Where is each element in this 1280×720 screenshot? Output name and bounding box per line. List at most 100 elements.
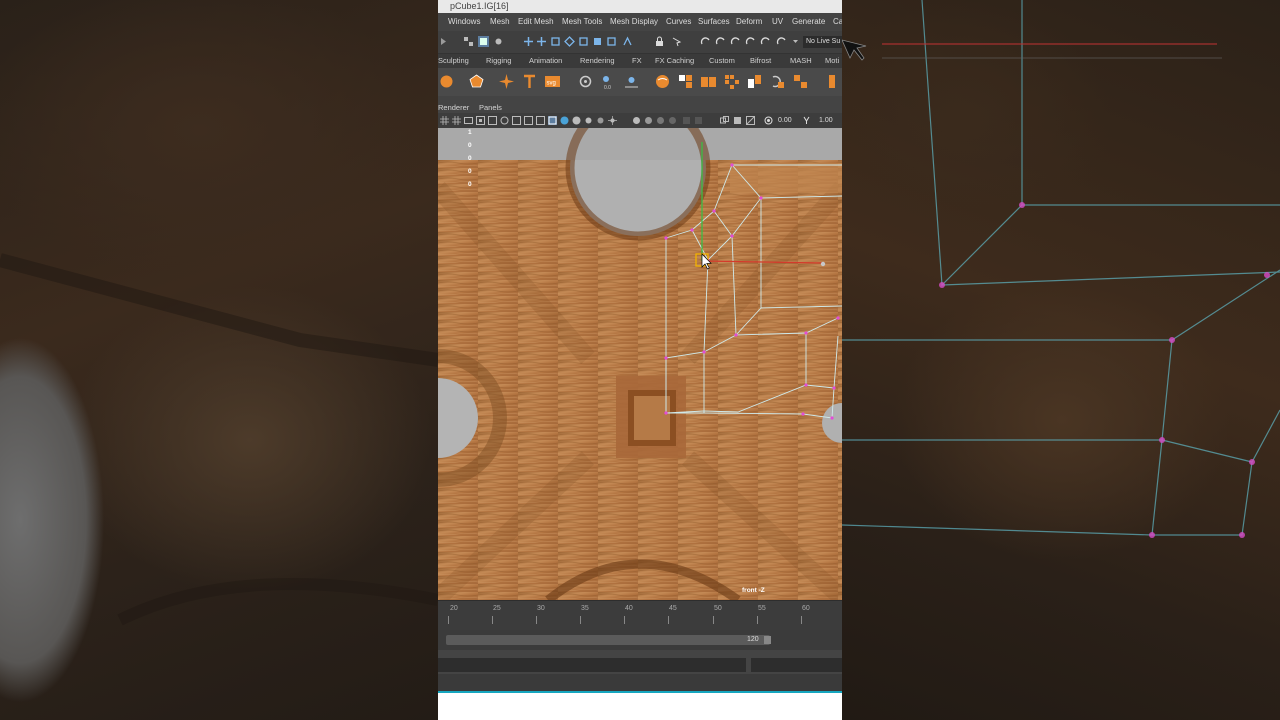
tab-sculpting[interactable]: Sculpting xyxy=(438,54,469,68)
snap-live-icon[interactable] xyxy=(760,36,771,47)
highlight-select-icon[interactable] xyxy=(671,36,682,47)
menu-uv[interactable]: UV xyxy=(772,13,783,31)
paint-icon[interactable] xyxy=(792,73,809,90)
tab-custom[interactable]: Custom xyxy=(709,54,735,68)
distance-icon[interactable] xyxy=(623,73,640,90)
menu-generate[interactable]: Generate xyxy=(792,13,825,31)
smooth-shade-icon[interactable] xyxy=(560,116,569,125)
menu-curves[interactable]: Curves xyxy=(666,13,691,31)
film-gate-icon[interactable] xyxy=(464,116,473,125)
gamma-icon[interactable] xyxy=(802,116,811,125)
vertex-mode-icon[interactable] xyxy=(523,36,534,47)
uvshell-mode-icon[interactable] xyxy=(578,36,589,47)
xray-icon[interactable] xyxy=(694,116,703,125)
safe-title-icon[interactable] xyxy=(524,116,533,125)
right-blurred-background xyxy=(842,0,1280,720)
range-slider-handle[interactable] xyxy=(764,636,771,644)
viewport-front[interactable]: 1 0 0 0 0 front -Z xyxy=(438,128,842,600)
extract-icon[interactable] xyxy=(723,73,740,90)
sun-icon[interactable] xyxy=(608,116,617,125)
anti-alias-icon[interactable] xyxy=(656,116,665,125)
shelf-tabs: Sculpting Rigging Animation Rendering FX… xyxy=(438,54,842,68)
range-slider-bar[interactable] xyxy=(446,635,770,645)
backface-icon[interactable] xyxy=(746,116,755,125)
menu-mesh-tools[interactable]: Mesh Tools xyxy=(562,13,602,31)
grid-toggle-icon[interactable] xyxy=(440,116,449,125)
edge-mode-icon[interactable] xyxy=(536,36,547,47)
duplicate-icon[interactable] xyxy=(769,73,786,90)
sparkle-icon[interactable] xyxy=(498,73,515,90)
motion-blur-icon[interactable] xyxy=(644,116,653,125)
xray-joints-icon[interactable] xyxy=(720,116,729,125)
measure-icon[interactable]: 0.0 xyxy=(600,73,617,90)
menu-mesh-display[interactable]: Mesh Display xyxy=(610,13,658,31)
poly-sphere-icon[interactable] xyxy=(438,73,455,90)
snap-surface-icon[interactable] xyxy=(776,36,787,47)
tab-fx[interactable]: FX xyxy=(632,54,642,68)
tab-rendering[interactable]: Rendering xyxy=(580,54,615,68)
tab-rigging[interactable]: Rigging xyxy=(486,54,511,68)
gate-mask-icon[interactable] xyxy=(488,116,497,125)
tab-animation[interactable]: Animation xyxy=(529,54,562,68)
dof-icon[interactable] xyxy=(668,116,677,125)
time-slider[interactable]: 20 25 30 35 40 45 50 55 60 xyxy=(438,600,842,630)
isolate-select-icon[interactable] xyxy=(682,116,691,125)
face-mode-icon[interactable] xyxy=(550,36,561,47)
collapse-arrow-icon[interactable] xyxy=(438,36,449,47)
snap-curve-icon[interactable] xyxy=(715,36,726,47)
gamma-value[interactable]: 1.00 xyxy=(819,115,833,126)
lighting-icon[interactable] xyxy=(584,116,593,125)
tab-motion[interactable]: Moti xyxy=(825,54,839,68)
grid-icon[interactable] xyxy=(452,116,461,125)
select-hierarchy-icon[interactable] xyxy=(463,36,474,47)
hud-value-4: 0 xyxy=(468,168,472,175)
select-component-icon[interactable] xyxy=(493,36,504,47)
xray-active-icon[interactable] xyxy=(733,116,742,125)
menu-edit-mesh[interactable]: Edit Mesh xyxy=(518,13,554,31)
select-object-icon[interactable] xyxy=(478,36,489,47)
menu-renderer[interactable]: Renderer xyxy=(438,102,469,113)
resolution-gate-icon[interactable] xyxy=(476,116,485,125)
tab-bifrost[interactable]: Bifrost xyxy=(750,54,771,68)
x-axis-handle[interactable] xyxy=(820,261,826,267)
poly-soccer-icon[interactable] xyxy=(468,73,485,90)
field-chart-icon[interactable] xyxy=(500,116,509,125)
command-input[interactable] xyxy=(438,658,746,672)
textured-icon[interactable] xyxy=(572,116,581,125)
wireframe-icon[interactable] xyxy=(536,116,545,125)
bool-icon[interactable] xyxy=(700,73,717,90)
snap-point-icon[interactable] xyxy=(730,36,741,47)
wood-mesh-render[interactable] xyxy=(438,128,842,600)
ambient-occlusion-icon[interactable] xyxy=(632,116,641,125)
text-icon[interactable] xyxy=(521,73,538,90)
snap-view-plane-icon[interactable] xyxy=(745,36,756,47)
object-mode-icon[interactable] xyxy=(606,36,617,47)
wireframe-on-shaded-icon[interactable] xyxy=(548,116,557,125)
menu-windows[interactable]: Windows xyxy=(448,13,480,31)
multi-component-icon[interactable] xyxy=(592,36,603,47)
safe-action-icon[interactable] xyxy=(512,116,521,125)
shadows-icon[interactable] xyxy=(596,116,605,125)
exposure-icon[interactable] xyxy=(764,116,773,125)
snap-grid-icon[interactable] xyxy=(700,36,711,47)
dropdown-arrow-icon[interactable] xyxy=(790,36,801,47)
uv-unfold-icon[interactable] xyxy=(746,73,763,90)
menu-mesh[interactable]: Mesh xyxy=(490,13,510,31)
title-bar: pCube1.IG[16] xyxy=(438,0,842,13)
tab-fx-caching[interactable]: FX Caching xyxy=(655,54,694,68)
uv-mode-icon[interactable] xyxy=(564,36,575,47)
menu-panels[interactable]: Panels xyxy=(479,102,502,113)
crease-icon[interactable] xyxy=(577,73,594,90)
svg-icon[interactable]: svg xyxy=(544,73,561,90)
menu-surfaces[interactable]: Surfaces xyxy=(698,13,730,31)
exposure-value[interactable]: 0.00 xyxy=(778,115,792,126)
pick-walk-icon[interactable] xyxy=(622,36,633,47)
extra-shelf-icon[interactable] xyxy=(826,73,842,90)
live-surface-field[interactable]: No Live Su xyxy=(803,36,842,48)
menu-cache[interactable]: Ca xyxy=(833,13,842,31)
lock-icon[interactable] xyxy=(654,36,665,47)
tab-mash[interactable]: MASH xyxy=(790,54,812,68)
separate-icon[interactable] xyxy=(654,73,671,90)
combine-icon[interactable] xyxy=(677,73,694,90)
menu-deform[interactable]: Deform xyxy=(736,13,762,31)
